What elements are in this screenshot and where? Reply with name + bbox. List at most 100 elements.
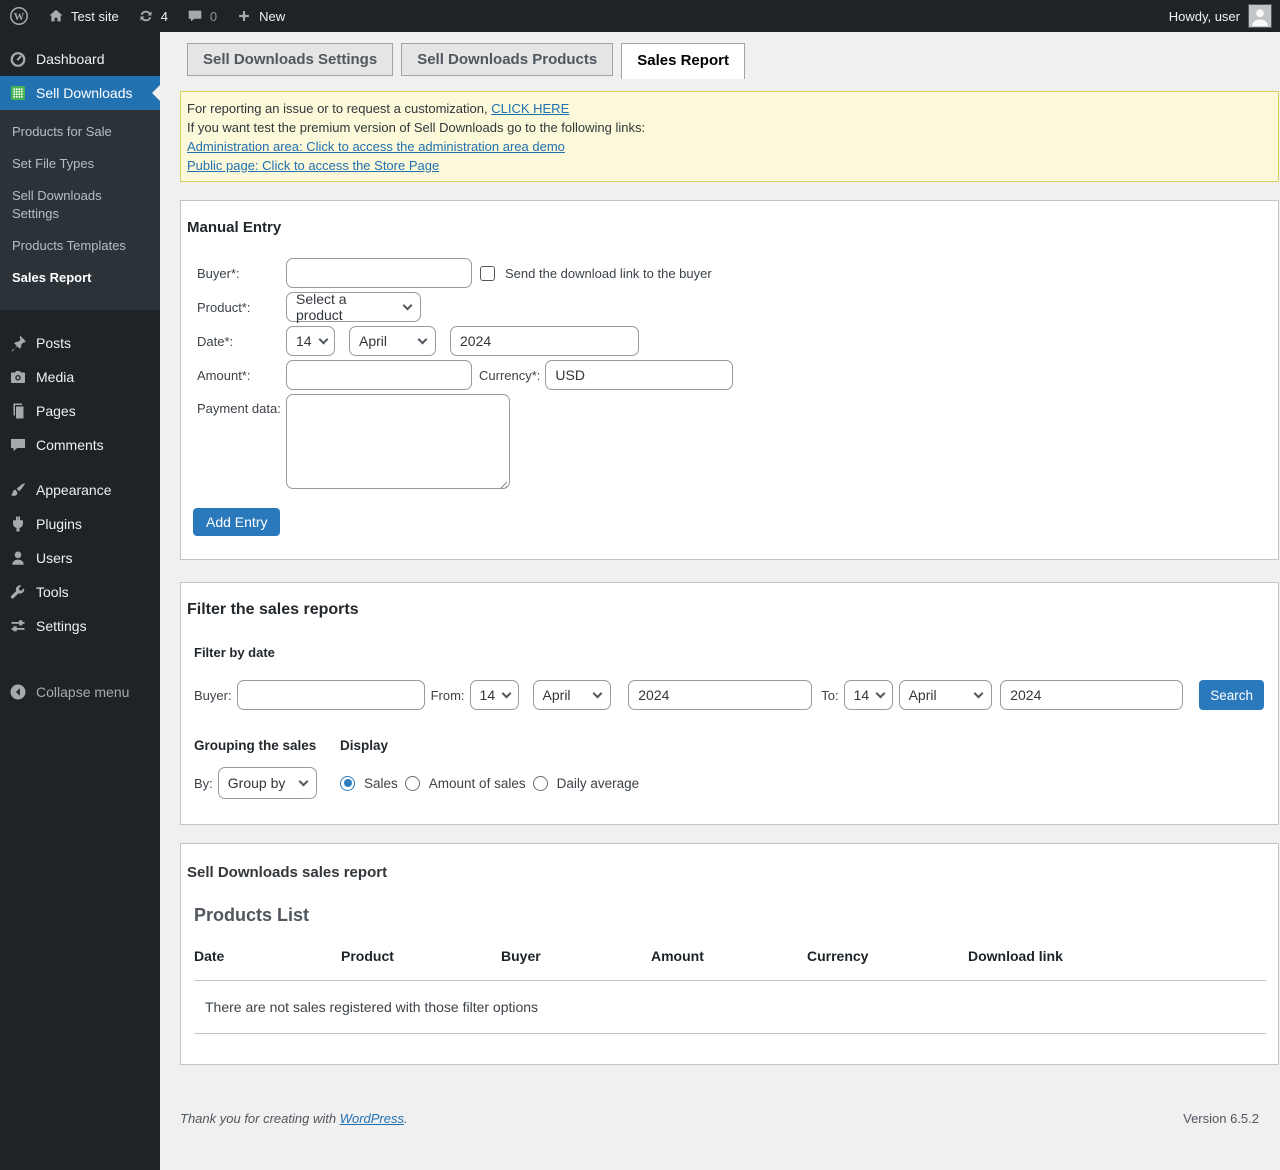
grouping-heading: Grouping the sales [194, 738, 340, 753]
avatar-person-icon [1249, 5, 1271, 27]
grouping-display-controls: By: Group by Sales Amount of sales Daily… [194, 767, 1264, 799]
date-month-select[interactable]: April [349, 326, 436, 356]
svg-text:W: W [14, 12, 25, 23]
radio-amount-of-sales[interactable] [405, 776, 420, 791]
sidebar-item-comments[interactable]: Comments [0, 428, 160, 462]
sidebar-item-users[interactable]: Users [0, 541, 160, 575]
sidebar-item-settings[interactable]: Settings [0, 609, 160, 643]
sidebar-item-pages[interactable]: Pages [0, 394, 160, 428]
to-month-value: April [909, 687, 937, 703]
to-year-input[interactable] [1000, 680, 1183, 710]
sales-report-panel: Sell Downloads sales report Products Lis… [180, 843, 1279, 1065]
submenu-item-sales-report[interactable]: Sales Report [0, 264, 160, 296]
date-label: Date*: [197, 334, 286, 349]
sidebar-item-label: Users [36, 550, 73, 566]
sidebar-item-label: Settings [36, 618, 87, 634]
sales-report-table: Date Product Buyer Amount Currency Downl… [194, 948, 1266, 1034]
sidebar-item-sell-downloads[interactable]: Sell Downloads [0, 76, 160, 110]
sidebar-item-label: Plugins [36, 516, 82, 532]
notice-admin-area-link[interactable]: Administration area: Click to access the… [187, 139, 565, 154]
sidebar-item-label: Sell Downloads [36, 85, 133, 101]
radio-daily-average[interactable] [533, 776, 548, 791]
sidebar-item-posts[interactable]: Posts [0, 326, 160, 360]
wordpress-link[interactable]: WordPress [340, 1111, 404, 1126]
filter-buyer-input[interactable] [237, 680, 425, 710]
by-label: By: [194, 776, 213, 791]
filter-heading: Filter the sales reports [187, 601, 1264, 619]
from-year-input[interactable] [628, 680, 812, 710]
date-day-select[interactable]: 14 [286, 326, 335, 356]
to-day-select[interactable]: 14 [844, 680, 893, 710]
from-month-select[interactable]: April [533, 680, 612, 710]
tab-sales-report[interactable]: Sales Report [621, 43, 745, 79]
sidebar-item-dashboard[interactable]: Dashboard [0, 42, 160, 76]
search-button[interactable]: Search [1199, 680, 1264, 710]
user-avatar[interactable] [1248, 4, 1272, 28]
table-row: There are not sales registered with thos… [194, 981, 1266, 1034]
wordpress-menu-button[interactable]: W [0, 0, 38, 32]
sliders-icon [8, 616, 28, 636]
collapse-menu-button[interactable]: Collapse menu [0, 675, 160, 709]
howdy-text[interactable]: Howdy, user [1169, 9, 1240, 24]
product-select[interactable]: Select a product [286, 292, 421, 322]
buyer-input[interactable] [286, 258, 472, 288]
chevron-down-icon [298, 776, 308, 786]
to-month-select[interactable]: April [899, 680, 993, 710]
brush-icon [8, 480, 28, 500]
wordpress-logo-icon: W [9, 6, 29, 26]
products-list-heading: Products List [194, 905, 1264, 926]
column-header-product: Product [341, 948, 501, 981]
notice-line-4: Public page: Click to access the Store P… [187, 156, 1268, 175]
sidebar-item-plugins[interactable]: Plugins [0, 507, 160, 541]
submenu-item-products-templates[interactable]: Products Templates [0, 232, 160, 264]
tab-sell-downloads-products[interactable]: Sell Downloads Products [401, 43, 613, 76]
submenu-item-sell-downloads-settings[interactable]: Sell Downloads Settings [0, 182, 160, 232]
column-header-currency: Currency [807, 948, 968, 981]
submenu-item-set-file-types[interactable]: Set File Types [0, 150, 160, 182]
tab-sell-downloads-settings[interactable]: Sell Downloads Settings [187, 43, 393, 76]
submenu-item-products-for-sale[interactable]: Products for Sale [0, 118, 160, 150]
product-label: Product*: [197, 300, 286, 315]
add-entry-button[interactable]: Add Entry [193, 508, 280, 536]
notice-box: For reporting an issue or to request a c… [180, 91, 1279, 182]
current-menu-arrow-icon [152, 85, 160, 101]
notice-click-here-link[interactable]: CLICK HERE [491, 101, 569, 116]
site-name-button[interactable]: Test site [38, 0, 128, 32]
new-button[interactable]: New [226, 0, 294, 32]
menu-separator [0, 310, 160, 326]
sales-report-heading: Sell Downloads sales report [187, 864, 1264, 881]
plus-icon [235, 7, 253, 25]
chevron-down-icon [403, 300, 413, 310]
payment-data-textarea[interactable] [286, 394, 510, 489]
sidebar-item-media[interactable]: Media [0, 360, 160, 394]
notice-line-2: If you want test the premium version of … [187, 118, 1268, 137]
amount-input[interactable] [286, 360, 472, 390]
radio-sales[interactable] [340, 776, 355, 791]
group-by-select[interactable]: Group by [218, 767, 317, 799]
footer: Thank you for creating with WordPress. V… [180, 1111, 1279, 1126]
filter-by-date-heading: Filter by date [194, 645, 1264, 660]
currency-label: Currency*: [479, 368, 540, 383]
sidebar-item-label: Dashboard [36, 51, 105, 67]
manual-entry-panel: Manual Entry Buyer*: Send the download l… [180, 200, 1279, 560]
date-year-input[interactable] [450, 326, 639, 356]
admin-bar: W Test site 4 0 New Howdy, user [0, 0, 1280, 32]
notice-public-page-link[interactable]: Public page: Click to access the Store P… [187, 158, 439, 173]
sidebar-item-appearance[interactable]: Appearance [0, 473, 160, 507]
filter-buyer-label: Buyer: [194, 688, 232, 703]
main-content: Sell Downloads Settings Sell Downloads P… [160, 32, 1280, 1170]
footer-thanks-text: Thank you for creating with WordPress. [180, 1111, 408, 1126]
currency-input[interactable] [545, 360, 733, 390]
sell-downloads-icon [8, 83, 28, 103]
from-month-value: April [543, 687, 571, 703]
send-link-checkbox[interactable] [480, 266, 495, 281]
updates-icon [137, 7, 155, 25]
comments-icon [8, 435, 28, 455]
sidebar-item-tools[interactable]: Tools [0, 575, 160, 609]
empty-results-message: There are not sales registered with thos… [194, 981, 1266, 1034]
updates-button[interactable]: 4 [128, 0, 177, 32]
comments-button[interactable]: 0 [177, 0, 226, 32]
sidebar: Dashboard Sell Downloads Products for Sa… [0, 32, 160, 1170]
sidebar-item-label: Tools [36, 584, 69, 600]
from-day-select[interactable]: 14 [470, 680, 519, 710]
